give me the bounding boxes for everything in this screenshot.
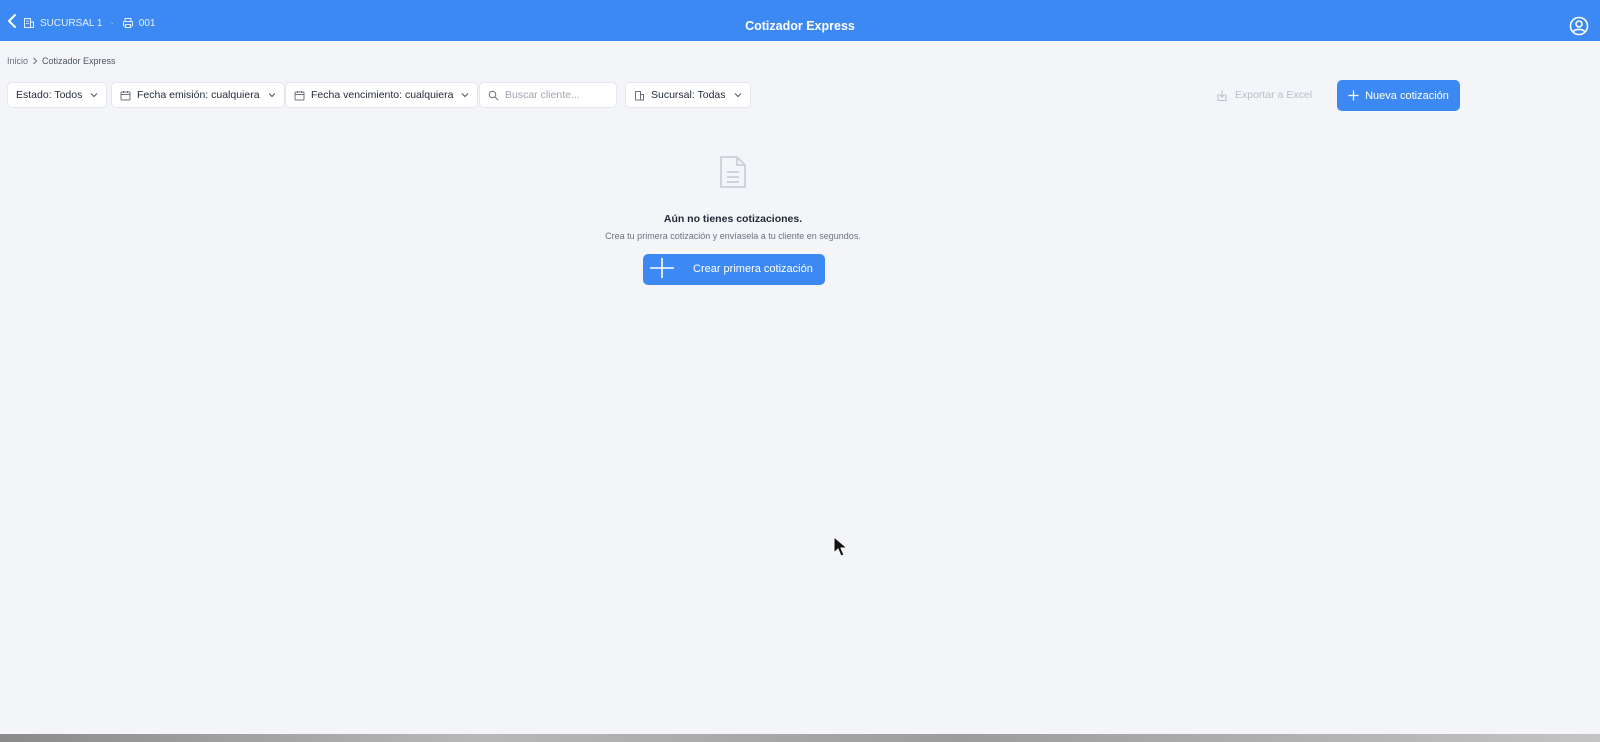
chevron-down-icon — [462, 93, 469, 98]
fecha-vencimiento-filter-label: Fecha vencimiento: cualquiera — [311, 89, 454, 101]
fecha-vencimiento-filter[interactable]: Fecha vencimiento: cualquiera — [285, 82, 479, 108]
export-excel-label: Exportar a Excel — [1235, 89, 1313, 101]
document-icon — [720, 156, 746, 188]
sucursal-filter[interactable]: Sucursal: Todas — [625, 82, 751, 108]
empty-state-title: Aún no tienes cotizaciones. — [663, 213, 803, 225]
chevron-down-icon — [91, 93, 98, 98]
top-bar: SUCURSAL 1 · 001 Cotizador Express — [0, 0, 1600, 41]
mouse-cursor-icon — [833, 536, 849, 557]
plus-icon — [1348, 90, 1359, 101]
fecha-emision-filter-label: Fecha emisión: cualquiera — [137, 89, 260, 101]
chevron-down-icon — [268, 93, 275, 98]
taskbar-strip — [0, 734, 1600, 742]
chevron-down-icon — [734, 93, 741, 98]
download-icon — [1217, 89, 1227, 101]
empty-state-subtitle: Crea tu primera cotización y envíasela a… — [605, 231, 861, 241]
user-circle-icon — [1569, 16, 1589, 36]
breadcrumb: Inicio Cotizador Express — [7, 56, 116, 66]
estado-filter-label: Estado: Todos — [16, 89, 83, 101]
new-quote-button[interactable]: Nueva cotización — [1337, 80, 1460, 111]
page-title: Cotizador Express — [745, 19, 855, 33]
chevron-right-icon — [33, 57, 38, 65]
new-quote-label: Nueva cotización — [1365, 89, 1449, 102]
client-search[interactable] — [479, 82, 617, 108]
export-excel-button[interactable]: Exportar a Excel — [1216, 86, 1312, 104]
breadcrumb-home[interactable]: Inicio — [7, 56, 28, 66]
breadcrumb-current: Cotizador Express — [42, 56, 116, 66]
search-icon — [488, 90, 499, 100]
estado-filter[interactable]: Estado: Todos — [7, 82, 108, 108]
create-first-quote-button[interactable]: Crear primera cotización — [643, 254, 825, 285]
calendar-icon — [294, 90, 305, 100]
sucursal-filter-label: Sucursal: Todas — [651, 89, 726, 101]
create-first-quote-label: Crear primera cotización — [693, 263, 813, 275]
plus-icon — [650, 258, 674, 278]
building-icon — [635, 90, 644, 100]
fecha-emision-filter[interactable]: Fecha emisión: cualquiera — [111, 82, 285, 108]
calendar-icon — [120, 90, 131, 100]
user-menu-button[interactable] — [1569, 16, 1589, 36]
client-search-input[interactable] — [505, 89, 605, 101]
